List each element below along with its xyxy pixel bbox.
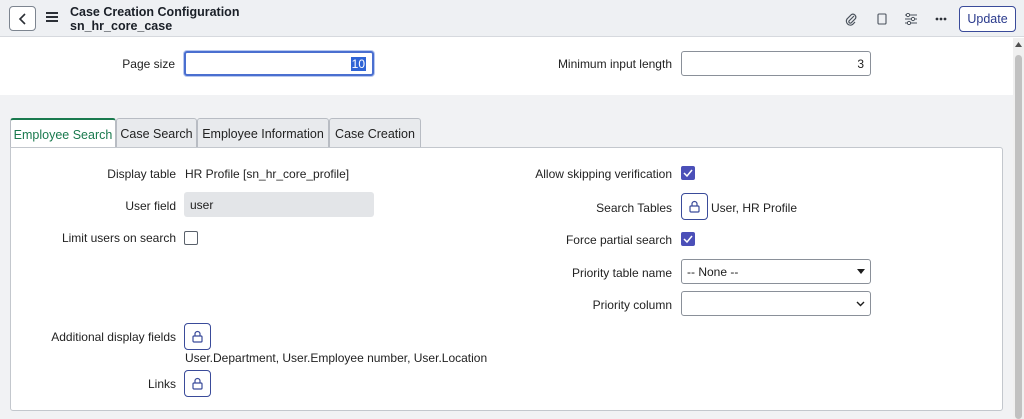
paperclip-icon[interactable] xyxy=(843,11,859,27)
tab-employee-information[interactable]: Employee Information xyxy=(197,118,329,148)
additional-display-lock-button[interactable] xyxy=(184,323,211,350)
priority-column-select[interactable] xyxy=(681,291,871,316)
lock-icon xyxy=(689,200,700,213)
user-field-value: user xyxy=(190,197,214,212)
display-table-value: HR Profile [sn_hr_core_profile] xyxy=(185,167,350,181)
additional-display-fields-value: User.Department, User.Employee number, U… xyxy=(185,351,488,365)
lock-icon xyxy=(192,377,203,390)
check-icon xyxy=(683,235,693,243)
min-input-length-label: Minimum input length xyxy=(557,57,672,71)
tab-employee-search[interactable]: Employee Search xyxy=(10,118,116,149)
chevron-down-icon xyxy=(856,301,865,306)
page-subtitle: sn_hr_core_case xyxy=(70,19,173,33)
force-partial-label: Force partial search xyxy=(565,233,672,247)
tab-case-search[interactable]: Case Search xyxy=(116,118,197,148)
search-tables-label: Search Tables xyxy=(596,201,672,215)
lock-icon xyxy=(192,330,203,343)
chevron-left-icon xyxy=(18,12,26,25)
user-field-input: user xyxy=(184,192,374,217)
priority-column-label: Priority column xyxy=(592,298,672,312)
min-input-length-value: 3 xyxy=(857,56,864,71)
scroll-up-arrow-icon[interactable] xyxy=(1014,40,1023,49)
clipboard-icon[interactable] xyxy=(874,11,890,27)
page-size-label: Page size xyxy=(122,57,175,71)
priority-table-select[interactable]: -- None -- xyxy=(681,259,871,284)
caret-down-icon xyxy=(857,269,865,274)
back-button[interactable] xyxy=(9,6,36,31)
links-lock-button[interactable] xyxy=(184,370,211,397)
user-field-label: User field xyxy=(125,199,176,213)
search-tables-value: User, HR Profile xyxy=(711,201,798,215)
priority-table-label: Priority table name xyxy=(571,266,672,280)
limit-users-checkbox[interactable] xyxy=(184,231,198,245)
min-input-length-input[interactable]: 3 xyxy=(681,51,871,76)
allow-skipping-checkbox[interactable] xyxy=(681,166,695,180)
links-label: Links xyxy=(147,377,176,391)
priority-table-value: -- None -- xyxy=(687,264,739,279)
check-icon xyxy=(683,169,693,177)
form-header: Case Creation Configuration sn_hr_core_c… xyxy=(0,0,1024,37)
sliders-icon[interactable] xyxy=(903,11,919,27)
page-size-value: 10 xyxy=(350,56,366,71)
scrollbar-thumb[interactable] xyxy=(1015,55,1022,419)
page-size-input[interactable]: 10 xyxy=(184,51,374,76)
limit-users-label: Limit users on search xyxy=(61,231,176,245)
update-button[interactable]: Update xyxy=(959,6,1016,32)
page-title: Case Creation Configuration xyxy=(70,5,240,19)
force-partial-checkbox[interactable] xyxy=(681,232,695,246)
tab-case-creation[interactable]: Case Creation xyxy=(329,118,421,148)
additional-display-fields-label: Additional display fields xyxy=(51,330,176,344)
allow-skipping-label: Allow skipping verification xyxy=(535,167,672,181)
more-icon[interactable] xyxy=(933,11,949,27)
menu-icon[interactable] xyxy=(46,12,58,24)
search-tables-lock-button[interactable] xyxy=(681,193,708,220)
display-table-label: Display table xyxy=(107,167,176,181)
